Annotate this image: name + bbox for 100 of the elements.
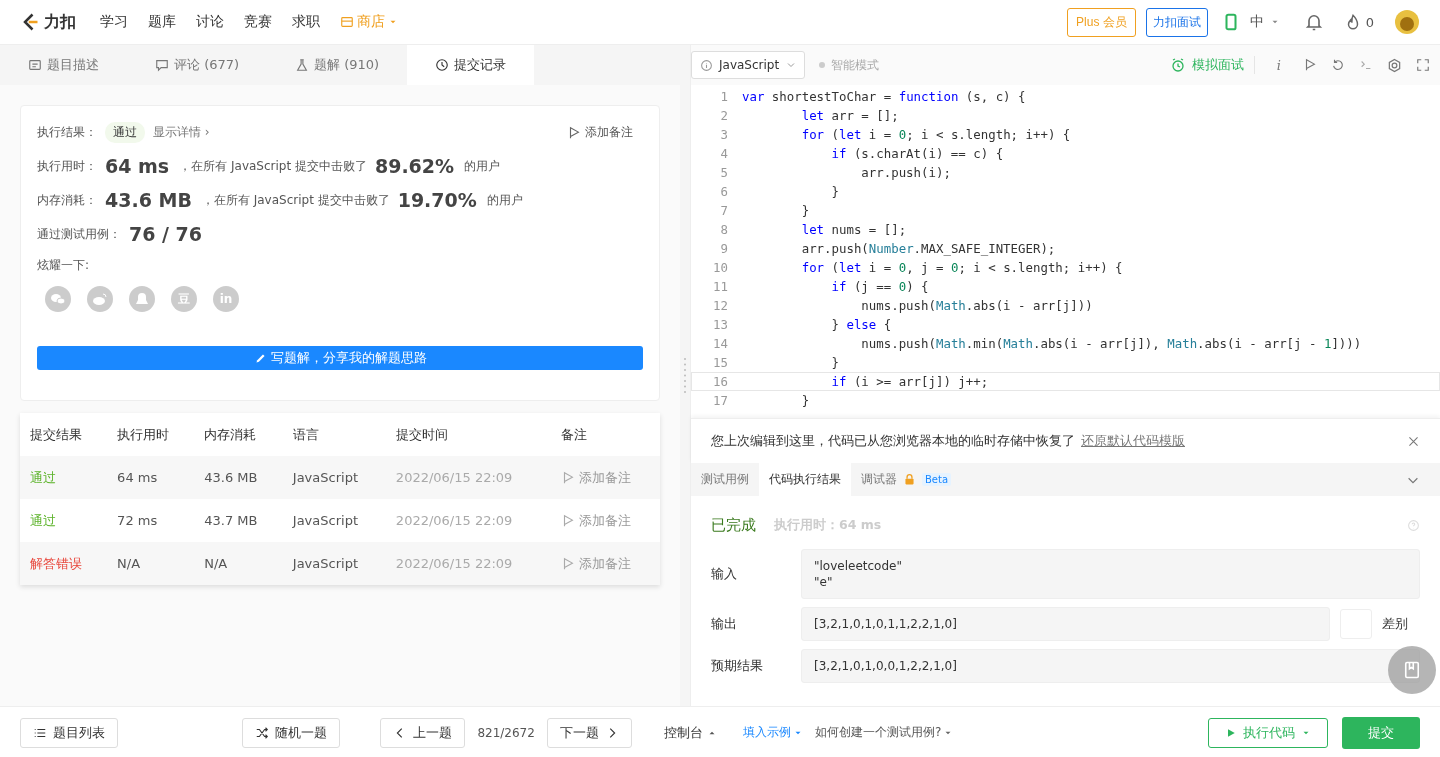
clock-icon	[435, 58, 450, 72]
field-label: 通过测试用例：	[37, 225, 121, 243]
reset-icon	[1331, 58, 1345, 72]
table-cell: 2022/06/15 22:09	[385, 456, 552, 499]
add-note-link[interactable]: 添加备注	[567, 124, 633, 141]
column-header: 语言	[282, 413, 386, 456]
comment-icon	[155, 58, 169, 72]
previous-problem-button[interactable]: 上一题	[380, 717, 466, 748]
panel-tab[interactable]: 评论 (677)	[127, 45, 268, 85]
stat-text: 的用户	[486, 191, 523, 209]
bell-icon	[1303, 12, 1324, 32]
submit-button[interactable]: 提交	[1342, 716, 1420, 749]
close-icon	[1407, 434, 1420, 448]
write-solution-button[interactable]: 写题解，分享我的解题思路	[37, 346, 643, 370]
code-line: }	[800, 393, 810, 408]
column-header: 备注	[551, 413, 660, 456]
stat-text: 的用户	[464, 157, 501, 175]
details-link[interactable]: 显示详情 ›	[153, 124, 210, 141]
code-line: nums.push(Math.min(Math.abs(i - arr[j]), Math.abs(i - arr[j - 1])))	[860, 336, 1362, 351]
column-header: 执行用时	[107, 413, 195, 456]
field-label: 输入	[711, 565, 738, 583]
panel-tab[interactable]: 提交记录	[407, 45, 535, 85]
panel-tab[interactable]: 题目描述	[0, 45, 127, 85]
fullscreen-icon	[1416, 58, 1430, 72]
line-number: 11	[712, 279, 729, 294]
problem-counter: 821/2672	[477, 725, 535, 740]
line-number: 8	[719, 222, 729, 237]
console-tab[interactable]: 测试用例	[691, 463, 759, 496]
terminal-icon	[1359, 58, 1373, 72]
line-number: 5	[719, 165, 729, 180]
column-header: 提交时间	[385, 413, 552, 456]
nav-link[interactable]: 学习	[90, 13, 138, 31]
status-dot	[819, 62, 825, 68]
code-line: if (s.charAt(i) == c) {	[830, 146, 1004, 161]
stat-percent: 89.62%	[374, 155, 455, 177]
store-icon	[340, 15, 354, 29]
code-line: arr.push(i);	[860, 165, 951, 180]
mock-interview-link[interactable]: 模拟面试	[1169, 56, 1255, 74]
test-case-help-link[interactable]: 如何创建一个测试用例?	[808, 723, 960, 742]
table-cell: 72 ms	[107, 499, 195, 542]
stat-value: 76 / 76	[129, 223, 203, 245]
table-cell: JavaScript	[282, 456, 386, 499]
language-select[interactable]: JavaScript	[691, 51, 805, 79]
status-badge: 通过	[105, 122, 145, 143]
points-count: 0	[1365, 14, 1374, 30]
line-number: 1	[719, 89, 729, 104]
console-tab[interactable]: 代码执行结果	[759, 463, 851, 496]
run-code-button[interactable]: 执行代码	[1208, 717, 1328, 748]
code-line: }	[830, 355, 839, 370]
code-line: var shortestToChar = function (s, c) {	[742, 89, 1026, 104]
interview-button[interactable]: 力扣面试	[1145, 7, 1208, 37]
code-line: let arr = [];	[800, 108, 899, 123]
code-line: for (let i = 0, j = 0; i < s.length; i++) {	[800, 260, 1123, 275]
code-line: for (let i = 0; i < s.length; i++) {	[800, 127, 1071, 142]
problem-list-button[interactable]: 题目列表	[20, 717, 118, 748]
nav-link[interactable]: 竞赛	[234, 13, 282, 31]
line-number: 2	[719, 108, 729, 123]
table-cell: N/A	[194, 542, 283, 585]
avatar[interactable]	[1394, 9, 1420, 35]
field-label: 炫耀一下:	[37, 257, 90, 274]
console-toggle[interactable]: 控制台	[657, 722, 723, 743]
line-number: 3	[719, 127, 729, 142]
nav-link[interactable]: 求职	[282, 13, 330, 31]
field-label: 执行用时：	[37, 157, 97, 175]
code-line: arr.push(Number.MAX_SAFE_INTEGER);	[800, 241, 1056, 256]
run-status: 已完成	[711, 516, 756, 535]
random-problem-button[interactable]: 随机一题	[242, 717, 341, 748]
add-note-link[interactable]: 添加备注	[561, 511, 650, 530]
chat-share-icon[interactable]	[45, 286, 71, 312]
restore-template-link[interactable]: 还原默认代码模版	[1081, 432, 1185, 450]
diff-toggle[interactable]: 差别	[1340, 609, 1420, 639]
status-cell[interactable]: 解答错误	[20, 542, 108, 585]
smart-mode-toggle[interactable]: 智能模式	[819, 56, 879, 74]
next-problem-button[interactable]: 下一题	[546, 717, 632, 748]
line-number: 10	[712, 260, 729, 275]
result-box: [3,2,1,0,1,0,1,1,2,2,1,0]	[801, 607, 1330, 641]
status-cell[interactable]: 通过	[20, 456, 108, 499]
close-button[interactable]	[1407, 434, 1420, 448]
status-cell[interactable]: 通过	[20, 499, 108, 542]
qq-share-icon[interactable]	[129, 286, 155, 312]
table-cell: 43.6 MB	[194, 456, 283, 499]
panel-tab[interactable]: 题解 (910)	[267, 45, 408, 85]
shuffle-icon	[255, 725, 270, 740]
nav-link[interactable]: 讨论	[186, 13, 234, 31]
table-cell: 2022/06/15 22:09	[385, 542, 552, 585]
stat-text: ，在所有 JavaScript 提交中击败了	[179, 157, 367, 175]
line-number: 16	[712, 374, 729, 389]
fill-example-button[interactable]: 填入示例	[736, 723, 809, 742]
console-tab[interactable]: 调试器 Beta	[851, 463, 962, 496]
table-cell: JavaScript	[282, 542, 386, 585]
weibo-share-icon[interactable]	[87, 286, 113, 312]
code-line: if (j == 0) {	[830, 279, 929, 294]
notebook-button[interactable]	[1388, 646, 1436, 694]
info-button[interactable]: i	[1268, 57, 1289, 73]
column-header: 提交结果	[20, 413, 108, 456]
code-line: nums.push(Math.abs(i - arr[j]))	[860, 298, 1093, 313]
code-line: }	[800, 203, 810, 218]
language-menu[interactable]: 中	[1249, 13, 1280, 31]
nav-link[interactable]: 题库	[138, 13, 186, 31]
logo-text[interactable]: 力扣	[44, 11, 76, 33]
